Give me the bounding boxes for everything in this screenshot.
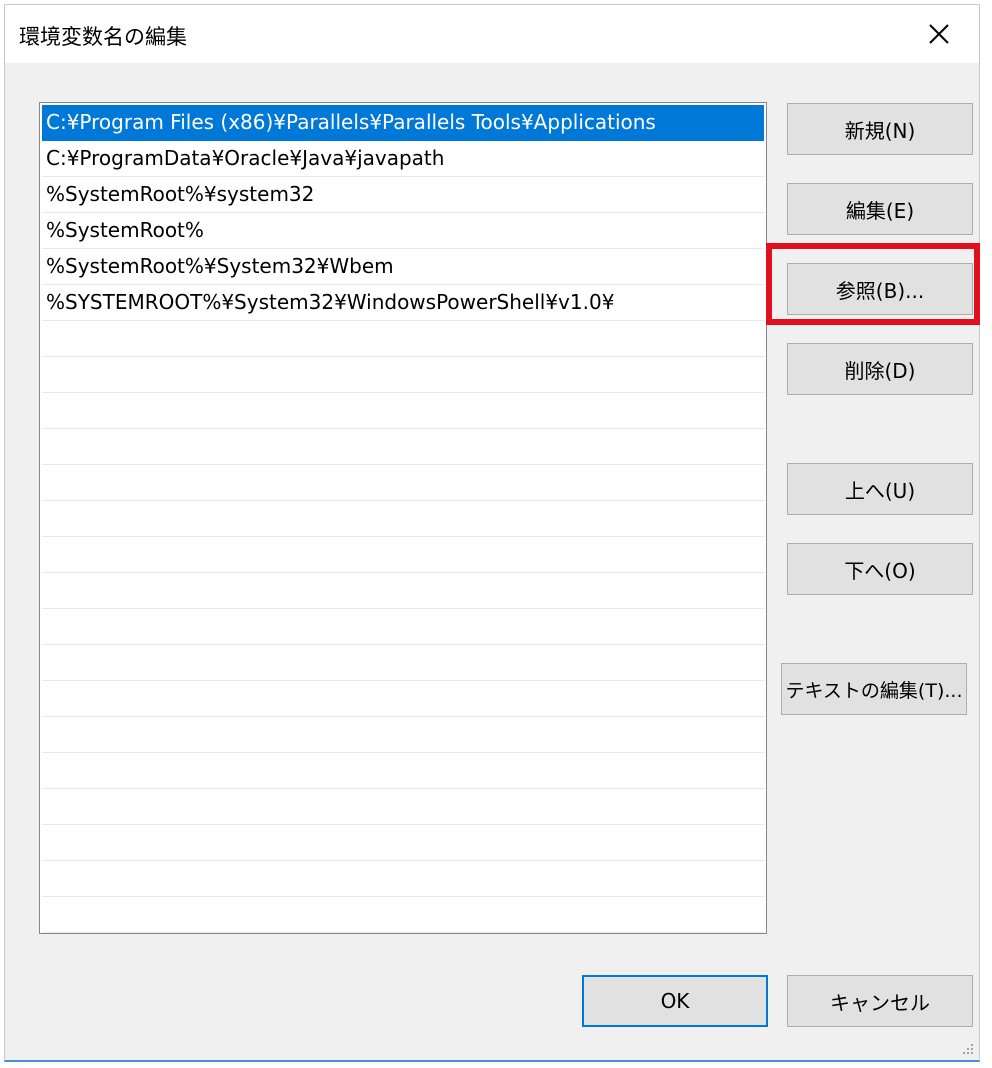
new-button[interactable]: 新規(N)	[787, 103, 973, 155]
empty-row[interactable]	[42, 645, 764, 681]
move-up-button[interactable]: 上へ(U)	[787, 463, 973, 515]
edit-text-button[interactable]: テキストの編集(T)...	[781, 663, 967, 715]
empty-row[interactable]	[42, 321, 764, 357]
list-item[interactable]: %SYSTEMROOT%¥System32¥WindowsPowerShell¥…	[42, 285, 764, 321]
browse-button[interactable]: 参照(B)...	[787, 263, 973, 315]
empty-row[interactable]	[42, 429, 764, 465]
edit-environment-variable-dialog: 環境変数名の編集 C:¥Program Files (x86)¥Parallel…	[4, 4, 980, 1062]
empty-row[interactable]	[42, 537, 764, 573]
dialog-title: 環境変数名の編集	[19, 25, 187, 49]
empty-row[interactable]	[42, 609, 764, 645]
empty-row[interactable]	[42, 825, 764, 861]
empty-row[interactable]	[42, 393, 764, 429]
empty-row[interactable]	[42, 573, 764, 609]
empty-row[interactable]	[42, 753, 764, 789]
close-button[interactable]	[899, 5, 979, 63]
resize-grip-icon[interactable]	[961, 1042, 975, 1056]
empty-row[interactable]	[42, 465, 764, 501]
edit-button[interactable]: 編集(E)	[787, 183, 973, 235]
empty-row[interactable]	[42, 897, 764, 933]
empty-row[interactable]	[42, 717, 764, 753]
ok-button[interactable]: OK	[582, 975, 768, 1027]
list-item[interactable]: %SystemRoot%¥System32¥Wbem	[42, 249, 764, 285]
empty-row[interactable]	[42, 501, 764, 537]
empty-row[interactable]	[42, 861, 764, 897]
list-item[interactable]: C:¥Program Files (x86)¥Parallels¥Paralle…	[42, 105, 764, 141]
close-icon	[929, 24, 949, 44]
empty-row[interactable]	[42, 681, 764, 717]
list-item[interactable]: %SystemRoot%	[42, 213, 764, 249]
list-item[interactable]: C:¥ProgramData¥Oracle¥Java¥javapath	[42, 141, 764, 177]
empty-row[interactable]	[42, 357, 764, 393]
path-list[interactable]: C:¥Program Files (x86)¥Parallels¥Paralle…	[39, 102, 767, 934]
list-item[interactable]: %SystemRoot%¥system32	[42, 177, 764, 213]
cancel-button[interactable]: キャンセル	[787, 975, 973, 1027]
delete-button[interactable]: 削除(D)	[787, 343, 973, 395]
empty-row[interactable]	[42, 789, 764, 825]
title-bar: 環境変数名の編集	[5, 5, 979, 63]
move-down-button[interactable]: 下へ(O)	[787, 543, 973, 595]
